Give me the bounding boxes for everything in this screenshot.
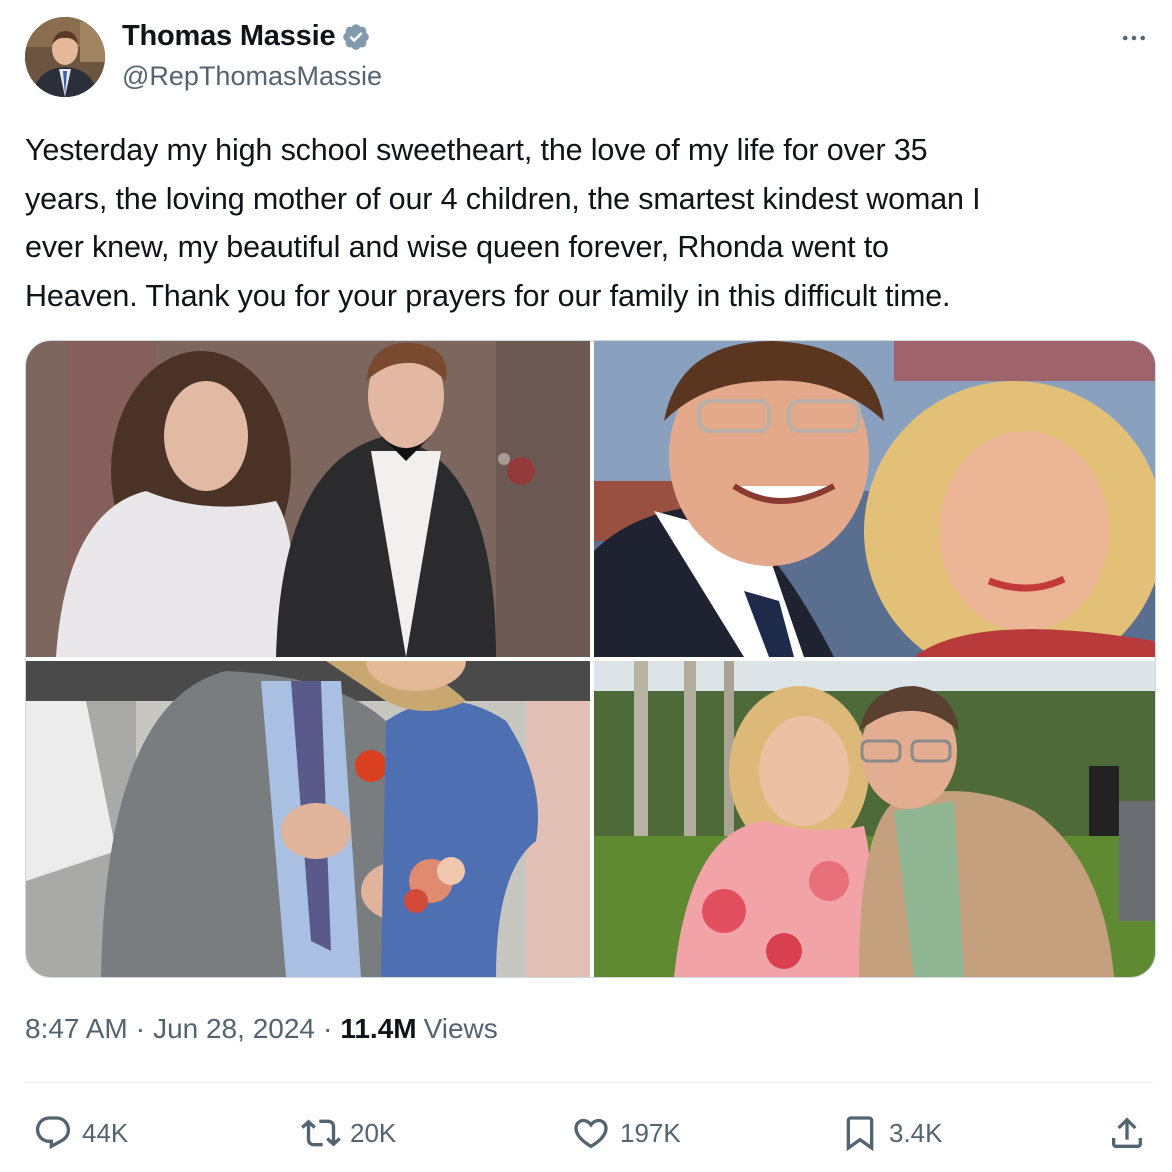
reply-bubble-icon (35, 1116, 71, 1150)
bookmark-button[interactable]: 3.4K (840, 1108, 943, 1158)
photo-garden-event[interactable] (594, 661, 1155, 977)
tweet-metadata: 8:47 AM · Jun 28, 2024 · 11.4M Views (25, 1013, 498, 1045)
meta-separator: · (322, 1013, 333, 1044)
share-button[interactable] (1107, 1108, 1147, 1158)
author-handle[interactable]: @RepThomasMassie (122, 61, 382, 92)
more-horizontal-icon (1123, 35, 1145, 41)
tweet-time[interactable]: 8:47 AM (25, 1013, 128, 1045)
photo-stadium-selfie[interactable] (594, 341, 1155, 657)
media-grid (25, 340, 1156, 978)
tweet-text: Yesterday my high school sweetheart, the… (25, 133, 981, 313)
tweet-date[interactable]: Jun 28, 2024 (153, 1013, 315, 1045)
heart-icon (574, 1118, 608, 1149)
reply-button[interactable]: 44K (33, 1108, 128, 1158)
like-count: 197K (620, 1117, 681, 1148)
photo-prom-vintage[interactable] (26, 341, 590, 657)
bookmark-icon (846, 1116, 874, 1152)
like-button[interactable]: 197K (571, 1108, 681, 1158)
repost-arrows-icon (301, 1119, 341, 1147)
repost-count: 20K (350, 1117, 397, 1148)
bookmark-count: 3.4K (889, 1117, 943, 1148)
verified-badge-icon (341, 22, 371, 52)
repost-button[interactable]: 20K (301, 1108, 396, 1158)
views-label[interactable]: Views (424, 1013, 498, 1045)
action-bar-divider (25, 1082, 1156, 1083)
action-bar: 44K 20K 197K 3.4K (25, 1108, 1156, 1158)
author-display-name[interactable]: Thomas Massie (122, 20, 336, 53)
more-options-button[interactable] (1116, 20, 1152, 56)
reply-count: 44K (82, 1117, 129, 1148)
author-name-row[interactable]: Thomas Massie (122, 20, 371, 53)
share-upload-icon (1112, 1117, 1142, 1148)
meta-separator: · (135, 1013, 146, 1044)
author-avatar[interactable] (25, 17, 105, 97)
views-count[interactable]: 11.4M (340, 1013, 416, 1045)
photo-wedding-guests[interactable] (26, 661, 590, 977)
